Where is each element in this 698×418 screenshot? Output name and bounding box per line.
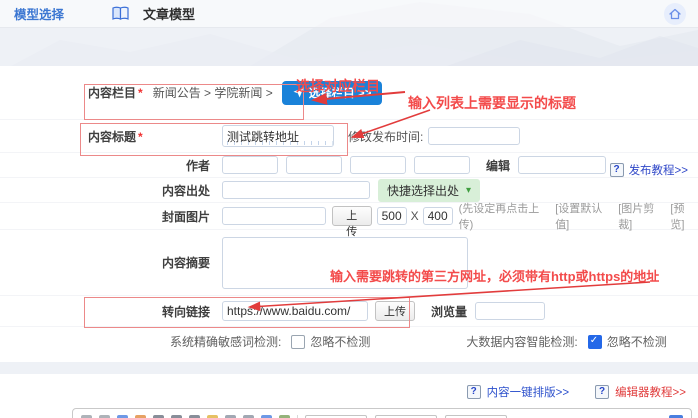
editor-input[interactable] bbox=[518, 156, 606, 174]
redirect-row: 转向链接 上传 浏览量 bbox=[0, 296, 698, 327]
source-label: 内容出处 bbox=[0, 182, 210, 199]
panel-bottom-padding bbox=[0, 356, 698, 362]
cover-input[interactable] bbox=[222, 207, 326, 225]
summary-row: 内容摘要 bbox=[0, 230, 698, 296]
footer-links: ? 内容一键排版>> ? 编辑器教程>> bbox=[0, 374, 698, 406]
summary-label: 内容摘要 bbox=[0, 254, 210, 271]
source-input[interactable] bbox=[222, 181, 370, 199]
editor-toolbar bbox=[72, 408, 692, 418]
top-header: 模型选择 文章模型 bbox=[0, 0, 698, 28]
author-row: 作者 编辑 bbox=[0, 153, 698, 178]
page: 模型选择 文章模型 ? 发布教程>> 内容栏目* 新闻公告 > 学院新闻 > bbox=[0, 0, 698, 418]
author-input-4[interactable] bbox=[414, 156, 470, 174]
editor-label: 编辑 bbox=[486, 157, 510, 174]
views-input[interactable] bbox=[475, 302, 545, 320]
select-column-button[interactable]: 选择栏目 >> bbox=[282, 81, 383, 105]
publish-tutorial[interactable]: ? 发布教程>> bbox=[610, 162, 688, 178]
cover-width-input[interactable] bbox=[377, 207, 407, 225]
redirect-upload-button[interactable]: 上传 bbox=[375, 301, 415, 321]
title-row: 内容标题* 修改发布时间: bbox=[0, 120, 698, 153]
dimension-separator: X bbox=[411, 209, 419, 223]
book-icon bbox=[112, 6, 129, 21]
help-icon: ? bbox=[595, 385, 609, 399]
cover-upload-button[interactable]: 上传 bbox=[332, 206, 372, 226]
page-title: 文章模型 bbox=[143, 4, 195, 23]
author-input-1[interactable] bbox=[222, 156, 278, 174]
title-label-text: 内容标题 bbox=[88, 130, 136, 144]
cover-row: 封面图片 上传 X (先设定再点击上传) [设置默认值] [图片剪裁] [预览] bbox=[0, 203, 698, 230]
detect-row: 系统精确敏感词检测: 忽略不检测 大数据内容智能检测: 忽略不检测 bbox=[0, 327, 698, 356]
summary-textarea[interactable] bbox=[222, 237, 468, 289]
column-label-text: 内容栏目 bbox=[88, 86, 136, 100]
modify-time-input[interactable] bbox=[428, 127, 520, 145]
cover-label: 封面图片 bbox=[0, 208, 210, 225]
redirect-input[interactable] bbox=[222, 301, 368, 321]
redirect-label: 转向链接 bbox=[0, 303, 210, 320]
author-label: 作者 bbox=[0, 157, 210, 174]
breadcrumb: 新闻公告 > 学院新闻 > bbox=[153, 84, 273, 101]
cover-hint: (先设定再点击上传) bbox=[459, 200, 553, 232]
required-mark: * bbox=[138, 130, 143, 144]
required-mark: * bbox=[138, 86, 143, 100]
bigdata-ignore-label: 忽略不检测 bbox=[607, 333, 667, 350]
title-label: 内容标题* bbox=[88, 128, 222, 145]
content-form-panel: ? 发布教程>> 内容栏目* 新闻公告 > 学院新闻 > 选择栏目 >> 内容标… bbox=[0, 66, 698, 362]
select-column-label: 选择栏目 >> bbox=[309, 85, 372, 101]
author-input-2[interactable] bbox=[286, 156, 342, 174]
nav-model-select[interactable]: 模型选择 bbox=[14, 4, 64, 23]
cover-height-input[interactable] bbox=[423, 207, 453, 225]
title-input[interactable] bbox=[222, 125, 334, 147]
chevron-down-icon: ▾ bbox=[466, 185, 471, 196]
bigdata-ignore-checkbox[interactable] bbox=[588, 335, 602, 349]
column-row: 内容栏目* 新闻公告 > 学院新闻 > 选择栏目 >> bbox=[0, 66, 698, 120]
publish-tutorial-link[interactable]: 发布教程>> bbox=[629, 162, 688, 178]
bigdata-detect-label: 大数据内容智能检测: bbox=[466, 333, 577, 350]
send-icon bbox=[293, 87, 304, 98]
help-icon: ? bbox=[610, 163, 624, 177]
views-label: 浏览量 bbox=[431, 303, 467, 320]
crop-image-link[interactable]: [图片剪裁] bbox=[618, 200, 667, 232]
quick-select-label: 快捷选择出处 bbox=[387, 182, 459, 199]
sensitive-detect-label: 系统精确敏感词检测: bbox=[170, 333, 281, 350]
sensitive-ignore-checkbox[interactable] bbox=[291, 335, 305, 349]
sensitive-ignore-label: 忽略不检测 bbox=[310, 333, 370, 350]
editor-tutorial-link[interactable]: 编辑器教程>> bbox=[615, 384, 686, 400]
set-default-link[interactable]: [设置默认值] bbox=[555, 200, 615, 232]
help-icon: ? bbox=[467, 385, 481, 399]
modify-time-label: 修改发布时间: bbox=[348, 128, 423, 145]
home-icon[interactable] bbox=[664, 3, 686, 25]
editor-panel: ? 内容一键排版>> ? 编辑器教程>> bbox=[0, 374, 698, 418]
column-label: 内容栏目* bbox=[88, 84, 143, 101]
author-input-3[interactable] bbox=[350, 156, 406, 174]
quick-select-source[interactable]: 快捷选择出处 ▾ bbox=[378, 179, 480, 202]
preview-link[interactable]: [预览] bbox=[670, 200, 698, 232]
one-key-format-link[interactable]: 内容一键排版>> bbox=[487, 384, 569, 400]
